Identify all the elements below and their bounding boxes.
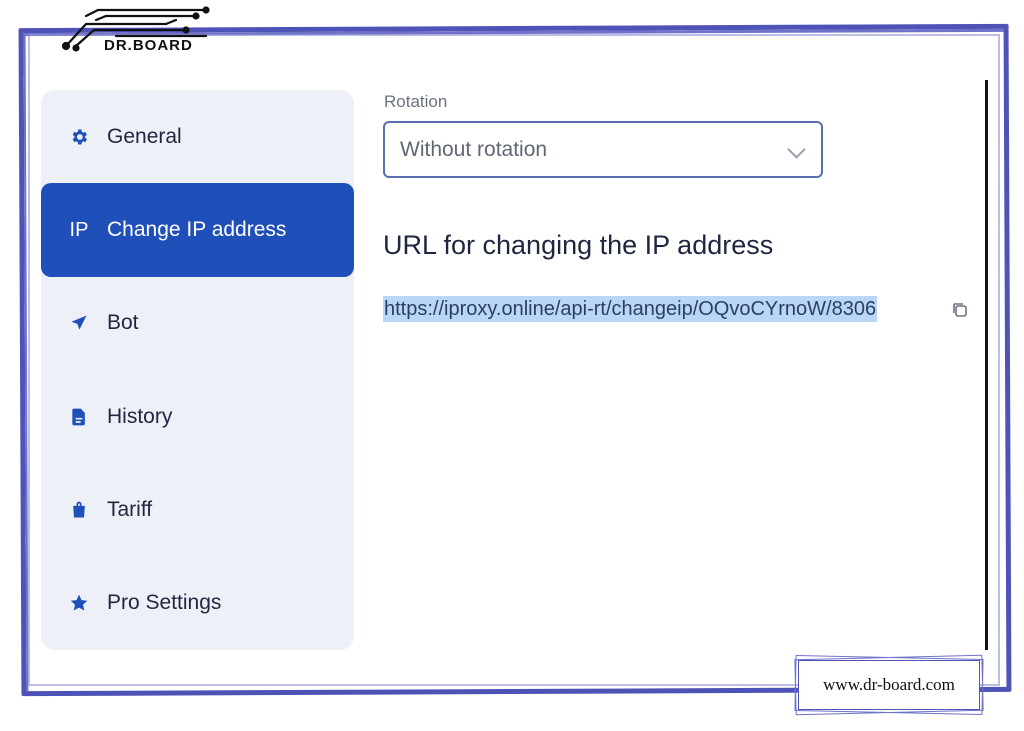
- sidebar-item-general[interactable]: General: [41, 90, 354, 184]
- paper-plane-icon: [68, 312, 90, 334]
- ip-icon: IP: [69, 218, 89, 241]
- sidebar-item-history[interactable]: History: [41, 370, 354, 464]
- shopping-bag-icon: [68, 499, 90, 521]
- sidebar-item-label: Change IP address: [107, 218, 287, 241]
- sidebar-item-bot[interactable]: Bot: [41, 276, 354, 370]
- settings-sidebar: General IP Change IP address Bot History…: [41, 90, 354, 650]
- rotation-select-value: Without rotation: [400, 137, 548, 161]
- logo-wordmark: DR.BOARD: [104, 37, 193, 54]
- sidebar-item-label: Tariff: [107, 498, 153, 521]
- sidebar-item-label: General: [107, 125, 182, 148]
- sidebar-item-change-ip[interactable]: IP Change IP address: [41, 183, 354, 277]
- sidebar-item-tariff[interactable]: Tariff: [41, 463, 354, 557]
- rotation-label: Rotation: [384, 92, 448, 111]
- rotation-select[interactable]: Without rotation: [383, 121, 823, 178]
- copy-icon[interactable]: [951, 301, 969, 319]
- sidebar-item-label: Bot: [107, 311, 139, 334]
- chevron-down-icon: [787, 140, 806, 159]
- sidebar-item-pro-settings[interactable]: Pro Settings: [41, 556, 354, 650]
- sidebar-item-label: History: [107, 405, 173, 428]
- change-ip-url[interactable]: https://iproxy.online/api-rt/changeip/OQ…: [383, 296, 878, 322]
- gear-icon: [68, 126, 90, 148]
- star-icon: [68, 592, 90, 614]
- url-section-heading: URL for changing the IP address: [383, 230, 774, 260]
- scrollbar[interactable]: [985, 80, 988, 650]
- document-icon: [68, 406, 90, 428]
- sidebar-item-label: Pro Settings: [107, 591, 222, 614]
- site-watermark: www.dr-board.com: [798, 660, 980, 710]
